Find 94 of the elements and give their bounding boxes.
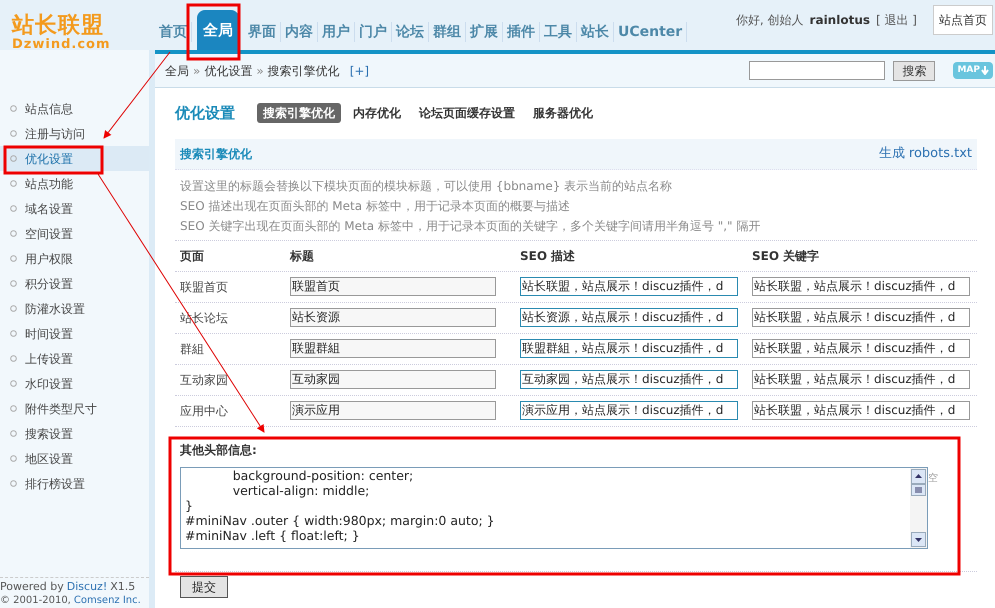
sidebar-item[interactable]: 排行榜设置 (0, 471, 149, 496)
add-shortcut-link[interactable]: [+] (350, 62, 370, 80)
scroll-thumb-icon[interactable] (911, 484, 926, 496)
sidebar-item[interactable]: 上传设置 (0, 346, 149, 371)
version-text: X1.5 (110, 580, 136, 594)
description-field[interactable]: 站长联盟，站点展示！discuz插件，d (520, 277, 738, 296)
submit-button[interactable]: 提交 (180, 576, 228, 598)
sidebar-item[interactable]: 站点信息 (0, 96, 149, 121)
search-field[interactable] (749, 61, 886, 80)
breadcrumb-link[interactable]: 搜索引擎优化 (268, 62, 340, 80)
sidebar-item[interactable]: 积分设置 (0, 271, 149, 296)
table-cell: 联盟首页 (180, 280, 228, 294)
sidebar-item[interactable]: 站点功能 (0, 171, 149, 196)
circle-icon (10, 305, 17, 312)
down-arrow-icon (981, 66, 989, 75)
tip-text: SEO 描述出现在页面头部的 Meta 标签中，用于记录本页面的概要与描述 (180, 198, 571, 214)
breadcrumb-separator: » (193, 62, 200, 80)
copyright-text: © 2001-2010, (0, 594, 71, 608)
column-header: 标题 (290, 248, 314, 262)
breadcrumb-link[interactable]: 全局 (165, 62, 189, 80)
circle-icon (10, 405, 17, 412)
logo-subtitle: Dzwind.com (12, 38, 111, 52)
field-label: 其他头部信息: (180, 442, 258, 458)
sidebar-item[interactable]: 水印设置 (0, 371, 149, 396)
annotation-frame (186, 4, 240, 60)
username: rainlotus (810, 12, 870, 29)
sub-tab[interactable]: 服务器优化 (527, 103, 599, 124)
description-field[interactable]: 演示应用，站点展示！discuz插件，d (520, 401, 738, 420)
sub-tab[interactable]: 搜索引擎优化 (257, 103, 341, 124)
scroll-down-icon[interactable] (911, 532, 926, 546)
logout-link[interactable]: [ 退出 ] (876, 11, 917, 29)
page-title: 优化设置 (175, 103, 235, 124)
keywords-field[interactable]: 站长联盟，站点展示！discuz插件，d (752, 339, 970, 358)
breadcrumb-separator: » (256, 62, 264, 80)
keywords-field[interactable]: 站长联盟，站点展示！discuz插件，d (752, 401, 970, 420)
description-field[interactable]: 联盟群組，站点展示！discuz插件，d (520, 339, 738, 358)
side-note: 空 (928, 472, 938, 486)
sidebar-item[interactable]: 防灌水设置 (0, 296, 149, 321)
scrollbar[interactable] (910, 468, 927, 548)
column-header: SEO 关键字 (752, 248, 820, 262)
circle-icon (10, 155, 17, 162)
circle-icon (10, 255, 17, 262)
scroll-up-icon[interactable] (911, 468, 926, 484)
sidebar-item[interactable]: 空间设置 (0, 221, 149, 246)
keywords-field[interactable]: 站长联盟，站点展示！discuz插件，d (752, 370, 970, 389)
sidebar-item[interactable]: 域名设置 (0, 196, 149, 221)
search-button[interactable]: 搜索 (893, 60, 936, 80)
sidebar-item[interactable]: 时间设置 (0, 321, 149, 346)
sidebar-item[interactable]: 地区设置 (0, 446, 149, 471)
table-cell: 应用中心 (180, 404, 228, 418)
keywords-field[interactable]: 站长联盟，站点展示！discuz插件，d (752, 277, 970, 296)
logo-title: 站长联盟 (12, 14, 104, 38)
column-header: 页面 (180, 248, 204, 262)
column-header: SEO 描述 (520, 248, 576, 262)
circle-icon (10, 380, 17, 387)
sub-tab[interactable]: 内存优化 (347, 103, 407, 124)
circle-icon (10, 430, 17, 437)
sidebar-item[interactable]: 搜索设置 (0, 421, 149, 446)
description-field[interactable]: 互动家园，站点展示！discuz插件，d (520, 370, 738, 389)
table-cell: 互动家园 (180, 372, 228, 386)
sidebar-item[interactable]: 注册与访问 (0, 121, 149, 146)
sub-tab[interactable]: 论坛页面缓存设置 (413, 103, 521, 124)
circle-icon (10, 455, 17, 462)
section-title: 搜索引擎优化 (180, 146, 252, 162)
nav-tab[interactable]: 全局 (197, 10, 239, 50)
tip-text: 设置这里的标题会替换以下模块页面的模块标题，可以使用 {bbname} 表示当前的站点名称 (180, 178, 674, 194)
sidebar-item[interactable]: 用户权限 (0, 246, 149, 271)
circle-icon (10, 180, 17, 187)
circle-icon (10, 230, 17, 237)
circle-icon (10, 280, 17, 287)
title-field[interactable]: 站长资源 (290, 308, 496, 327)
sidebar-item[interactable]: 附件类型尺寸 (0, 396, 149, 421)
header-code-textarea[interactable]: background-position: center; vertical-align: middle; } #miniNav .outer { width:980px; margin:0 auto; } #miniNav .left { float:left; } (180, 466, 928, 548)
discuz-link[interactable]: Discuz! (66, 580, 108, 594)
circle-icon (10, 330, 17, 337)
title-field[interactable]: 演示应用 (290, 401, 496, 420)
circle-icon (10, 480, 17, 487)
circle-icon (10, 355, 17, 362)
description-field[interactable]: 站长资源，站点展示！discuz插件，d (520, 308, 738, 327)
circle-icon (10, 205, 17, 212)
greeting-text: 你好, 创始人 (736, 12, 804, 29)
circle-icon (10, 105, 17, 112)
title-field[interactable]: 互动家园 (290, 370, 496, 389)
robots-link[interactable]: 生成 robots.txt (878, 144, 972, 164)
company-link[interactable]: Comsenz Inc. (74, 594, 141, 608)
table-cell: 群組 (180, 342, 204, 356)
tip-text: SEO 关键字出现在页面头部的 Meta 标签中，用于记录本页面的关键字，多个关键字间请用半角逗号 "," 隔开 (180, 218, 762, 234)
footer-text: Powered by (0, 580, 64, 594)
title-field[interactable]: 联盟首页 (290, 277, 496, 296)
keywords-field[interactable]: 站长联盟，站点展示！discuz插件，d (752, 308, 970, 327)
title-field[interactable]: 联盟群組 (290, 339, 496, 358)
breadcrumb-link[interactable]: 优化设置 (204, 62, 252, 80)
site-home-button[interactable]: 站点首页 (933, 5, 993, 35)
circle-icon (10, 130, 17, 137)
